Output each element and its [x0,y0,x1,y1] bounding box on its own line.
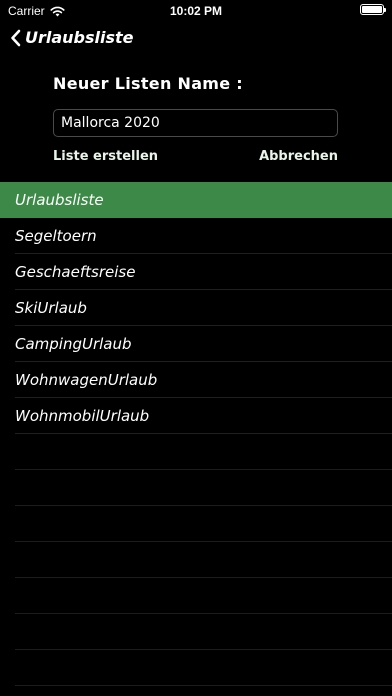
new-list-panel: Neuer Listen Name : Liste erstellen Abbr… [0,62,392,180]
new-list-title: Neuer Listen Name : [53,74,243,93]
empty-row [0,542,392,578]
chevron-left-icon [11,29,21,46]
list-item-label: WohnwagenUrlaub [15,371,158,389]
list-item[interactable]: SkiUrlaub [0,290,392,326]
battery-cap [384,8,386,12]
empty-row [0,614,392,650]
list-item[interactable]: WohnwagenUrlaub [0,362,392,398]
empty-row [0,650,392,686]
list-name-input[interactable] [53,109,338,137]
app-screen: Carrier 10:02 PM Urlaubsliste Neuer List… [0,0,392,696]
battery-fill [362,6,382,13]
create-list-button[interactable]: Liste erstellen [53,149,158,164]
list-item-label: CampingUrlaub [15,335,132,353]
battery-icon [360,4,386,15]
list-item[interactable]: Urlaubsliste [0,182,392,218]
empty-row [0,470,392,506]
empty-row [0,578,392,614]
empty-row [0,686,392,696]
status-bar: Carrier 10:02 PM [0,0,392,22]
list-item[interactable]: CampingUrlaub [0,326,392,362]
empty-row [0,506,392,542]
cancel-button[interactable]: Abbrechen [259,149,338,164]
lists-table: Urlaubsliste Segeltoern Geschaeftsreise … [0,182,392,696]
back-button[interactable]: Urlaubsliste [10,28,134,47]
list-item-label: SkiUrlaub [15,299,87,317]
back-label: Urlaubsliste [25,28,134,47]
list-item-label: Geschaeftsreise [15,263,136,281]
list-item-label: Urlaubsliste [15,191,104,209]
status-time: 10:02 PM [169,4,223,18]
status-right [360,4,386,15]
list-item-label: WohnmobilUrlaub [15,407,150,425]
list-item[interactable]: Geschaeftsreise [0,254,392,290]
list-item-label: Segeltoern [15,227,97,245]
list-item[interactable]: WohnmobilUrlaub [0,398,392,434]
list-item[interactable]: Segeltoern [0,218,392,254]
empty-row [0,434,392,470]
navigation-bar: Urlaubsliste [0,26,392,56]
